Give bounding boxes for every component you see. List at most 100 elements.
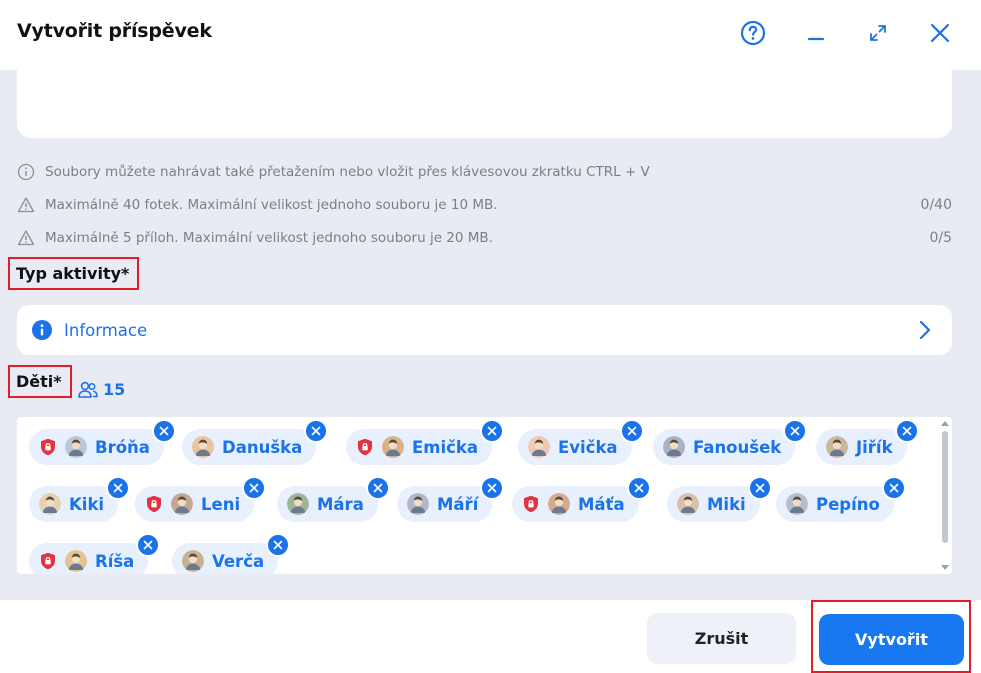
create-button-highlight: Vytvořit [811,600,971,673]
close-icon [273,540,283,550]
remove-child-button[interactable] [480,419,505,443]
child-name: Máří [437,494,479,514]
child-name: Miki [707,494,746,514]
photo-count: 0/40 [920,197,952,213]
close-icon [373,483,383,493]
maximize-button[interactable] [863,18,893,48]
photo-limit-note: Maximálně 40 fotek. Maximální velikost j… [17,195,952,215]
scroll-up-arrow[interactable] [941,421,949,426]
remove-child-button[interactable] [747,476,772,500]
child-name: Kiki [69,494,105,514]
child-name: Pepíno [816,494,880,514]
attachment-limit-note: Maximálně 5 příloh. Maximální velikost j… [17,228,952,248]
children-count: 15 [103,380,126,399]
minimize-icon [807,37,825,41]
children-count-badge[interactable]: 15 [78,380,125,399]
avatar [171,493,193,515]
scroll-thumb[interactable] [942,431,948,543]
remove-child-button[interactable] [151,419,176,443]
avatar [39,493,61,515]
close-icon [249,483,259,493]
attachment-count: 0/5 [929,230,952,246]
child-chip[interactable]: Fanoušek [653,419,808,465]
chips-scrollbar[interactable] [940,421,950,570]
child-name: Mára [317,494,364,514]
child-chip[interactable]: Evička [518,419,644,465]
shield-lock-icon [356,438,374,456]
shield-lock-icon [145,495,163,513]
photo-limit-text: Maximálně 40 fotek. Maximální velikost j… [45,197,498,213]
dialog-footer: Zrušit Vytvořit [0,600,981,673]
warning-triangle-icon [17,229,35,247]
activity-type-label: Typ aktivity* [8,257,140,290]
post-text-area[interactable] [17,70,952,138]
chevron-right-icon [919,320,931,340]
activity-type-select[interactable]: Informace [17,305,952,355]
child-chip[interactable]: Danuška [182,419,329,465]
close-icon [790,426,800,436]
expand-icon [870,25,886,41]
remove-child-button[interactable] [619,419,644,443]
close-icon [902,426,911,436]
avatar [192,436,214,458]
avatar [65,436,87,458]
avatar [528,436,550,458]
avatar [786,493,808,515]
remove-child-button[interactable] [626,476,651,500]
remove-child-button[interactable] [266,533,291,557]
remove-child-button[interactable] [881,476,906,500]
child-chip[interactable]: Mára [277,476,390,522]
scroll-down-arrow[interactable] [941,565,949,570]
child-chip[interactable]: Máťa [512,476,651,522]
remove-child-button[interactable] [894,419,919,443]
child-name: Danuška [222,437,303,457]
close-icon [488,483,497,493]
child-name: Fanoušek [693,437,782,457]
close-icon [113,483,123,493]
upload-hint-text: Soubory můžete nahrávat také přetažením … [45,164,650,180]
avatar [677,493,699,515]
shield-lock-icon [39,552,57,570]
children-list: Bróňa Danuška Emička Evička Fanoušek Jiřík Kik… [17,417,952,574]
minimize-button[interactable] [801,18,831,48]
remove-child-button[interactable] [136,533,161,557]
child-chip[interactable]: Leni [135,476,267,522]
child-chip[interactable]: Miki [667,476,772,522]
child-chip[interactable]: Kiki [29,476,131,522]
child-name: Emička [412,437,479,457]
avatar [382,436,404,458]
close-icon [311,426,321,436]
shield-lock-icon [522,495,540,513]
close-icon [930,23,950,43]
remove-child-button[interactable] [242,476,267,500]
child-chip[interactable]: Verča [172,533,291,574]
child-chip[interactable]: Ríša [29,533,161,574]
child-name: Jiřík [856,437,893,457]
avatar [65,550,87,572]
remove-child-button[interactable] [783,419,808,443]
avatar [548,493,570,515]
child-name: Bróňa [95,437,150,457]
child-chip[interactable]: Emička [346,419,505,465]
dialog-header: Vytvořit příspěvek [0,0,981,70]
info-circle-icon [17,163,35,181]
remove-child-button[interactable] [365,476,390,500]
warning-triangle-icon [17,196,35,214]
child-name: Máťa [578,494,625,514]
remove-child-button[interactable] [106,476,131,500]
close-icon [487,426,497,436]
users-icon [78,381,98,398]
child-chip[interactable]: Pepíno [776,476,906,522]
remove-child-button[interactable] [480,476,505,500]
shield-lock-icon [39,438,57,456]
avatar [663,436,685,458]
remove-child-button[interactable] [304,419,329,443]
create-button[interactable]: Vytvořit [819,614,964,665]
child-chip[interactable]: Máří [397,476,505,522]
child-chip[interactable]: Jiřík [816,419,919,465]
child-chip[interactable]: Bróňa [29,419,176,465]
close-button[interactable] [925,18,955,48]
help-button[interactable] [738,18,768,48]
close-icon [889,483,899,493]
cancel-button[interactable]: Zrušit [647,613,796,664]
